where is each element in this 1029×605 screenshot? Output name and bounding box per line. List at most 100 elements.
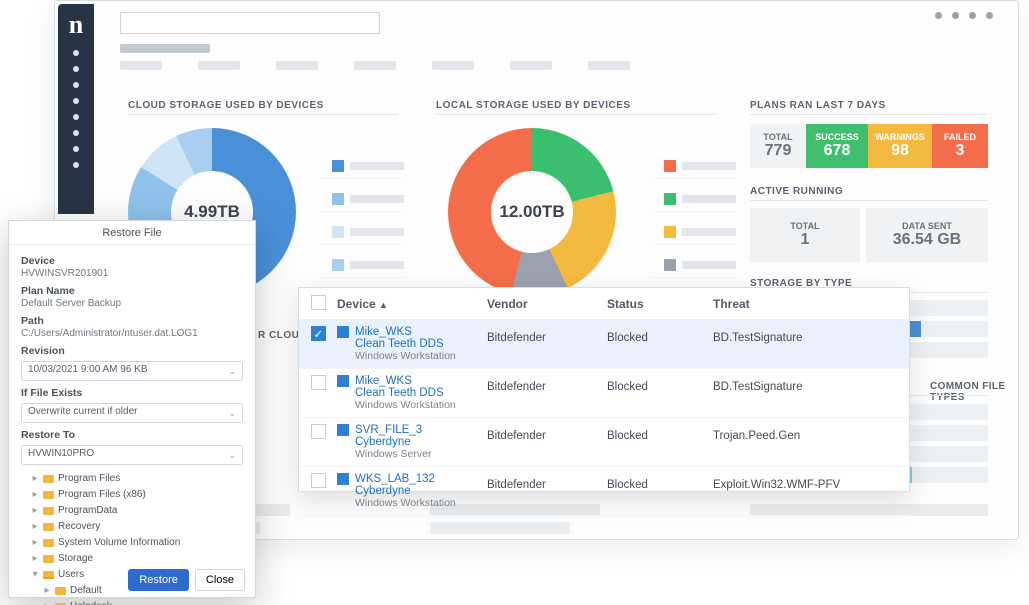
expand-icon[interactable]: ▸ [31, 471, 39, 487]
active-running-stats: TOTAL1 DATA SENT36.54 GB [750, 208, 988, 262]
tree-item[interactable]: ▸ Storage [21, 551, 243, 567]
expand-icon[interactable]: ▸ [43, 583, 51, 599]
if-exists-select[interactable]: Overwrite current if older⌄ [21, 403, 243, 423]
folder-icon [43, 507, 54, 515]
table-row[interactable]: SVR_FILE_3CyberdyneWindows ServerBitdefe… [299, 418, 909, 467]
brand-logo-icon: n [69, 10, 83, 40]
windows-icon [337, 375, 349, 387]
device-link[interactable]: SVR_FILE_3 [355, 424, 431, 436]
folder-icon [43, 523, 54, 531]
active-data-sent: DATA SENT36.54 GB [866, 208, 988, 262]
folder-icon [55, 587, 66, 595]
section-title-active: ACTIVE RUNNING [750, 186, 843, 197]
app-sidebar: n [58, 4, 94, 214]
folder-icon [43, 539, 54, 547]
tree-item[interactable]: ▸ System Volume Information [21, 535, 243, 551]
chevron-down-icon: ⌄ [228, 408, 236, 419]
tree-item-label: System Volume Information [58, 535, 180, 551]
top-bar [120, 12, 993, 62]
device-link[interactable]: WKS_LAB_132 [355, 473, 456, 485]
plan-stats: TOTAL779 SUCCESS678 WARNINGS98 FAILED3 [750, 124, 988, 168]
tree-item[interactable]: ▸Recovery [21, 519, 243, 535]
sidebar-dot[interactable] [73, 82, 79, 88]
plan-value: Default Server Backup [21, 298, 243, 309]
tree-item-label: ProgramData [58, 503, 117, 519]
revision-select[interactable]: 10/03/2021 9:00 AM 96 KB⌄ [21, 361, 243, 381]
sidebar-dot[interactable] [73, 114, 79, 120]
tree-item-label: Users [58, 567, 84, 583]
device-link[interactable]: Mike_WKS [355, 326, 456, 338]
windows-icon [337, 424, 349, 436]
folder-icon [43, 491, 54, 499]
tree-item-label: Storage [58, 551, 93, 567]
sidebar-dot[interactable] [73, 98, 79, 104]
col-status[interactable]: Status [607, 297, 713, 311]
sidebar-dot[interactable] [73, 50, 79, 56]
status-cell: Blocked [607, 326, 713, 344]
tree-item[interactable]: ▸Program Files (x86) [21, 487, 243, 503]
folder-icon [43, 571, 54, 579]
chevron-down-icon: ⌄ [228, 450, 236, 461]
active-total: TOTAL1 [750, 208, 860, 262]
folder-icon [43, 475, 54, 483]
vendor-cell: Bitdefender [487, 473, 607, 491]
restore-to-select[interactable]: HVWIN10PRO⌄ [21, 445, 243, 465]
app-menu-dots[interactable] [935, 12, 993, 19]
sidebar-dot[interactable] [73, 162, 79, 168]
plan-failed: FAILED3 [932, 124, 988, 168]
local-legend [652, 154, 736, 286]
restore-to-label: Restore To [21, 429, 243, 441]
sidebar-dot[interactable] [73, 146, 79, 152]
expand-icon[interactable]: ▸ [31, 551, 39, 567]
restore-button[interactable]: Restore [128, 569, 189, 591]
row-checkbox[interactable] [311, 424, 326, 439]
sidebar-dot[interactable] [73, 66, 79, 72]
plan-total: TOTAL779 [750, 124, 806, 168]
expand-icon[interactable]: ▸ [31, 487, 39, 503]
plan-label: Plan Name [21, 285, 243, 297]
tree-item[interactable]: ▸Helpdesk [21, 599, 243, 605]
status-cell: Blocked [607, 375, 713, 393]
tree-item[interactable]: ▸Program Files [21, 471, 243, 487]
section-title-cloud: CLOUD STORAGE USED BY DEVICES [128, 100, 324, 111]
device-link[interactable]: Mike_WKS [355, 375, 456, 387]
table-row[interactable]: WKS_LAB_132CyberdyneWindows Workstation B… [299, 467, 909, 516]
os-label: Windows Workstation [355, 497, 456, 509]
col-device[interactable]: Device ▲ [337, 297, 487, 311]
org-link[interactable]: Cyberdyne [355, 485, 456, 497]
local-storage-donut: 12.00TB [448, 128, 616, 296]
row-checkbox[interactable] [311, 375, 326, 390]
tree-item[interactable]: ▸ ProgramData [21, 503, 243, 519]
org-link[interactable]: Clean Teeth DDS [355, 387, 456, 399]
threat-cell: Trojan.Peed.Gen [713, 424, 903, 442]
org-link[interactable]: Cyberdyne [355, 436, 431, 448]
expand-icon[interactable]: ▸ [31, 519, 39, 535]
plan-warnings: WARNINGS98 [868, 124, 932, 168]
if-exists-label: If File Exists [21, 387, 243, 399]
close-button[interactable]: Close [195, 569, 245, 591]
expand-icon[interactable]: ▸ [31, 503, 39, 519]
col-vendor[interactable]: Vendor [487, 297, 607, 311]
restore-file-modal: Restore File Device HVWINSVR201901 Plan … [8, 220, 256, 598]
sidebar-dot[interactable] [73, 130, 79, 136]
path-value: C:/Users/Administrator/ntuser.dat.LOG1 [21, 328, 243, 339]
expand-icon[interactable]: ▾ [31, 567, 39, 583]
status-cell: Blocked [607, 424, 713, 442]
status-cell: Blocked [607, 473, 713, 491]
os-label: Windows Server [355, 448, 431, 460]
col-threat[interactable]: Threat [713, 297, 903, 311]
table-row[interactable]: ✓Mike_WKSClean Teeth DDSWindows Workstat… [299, 320, 909, 369]
expand-icon[interactable]: ▸ [43, 599, 51, 605]
select-all-checkbox[interactable] [311, 295, 326, 310]
row-checkbox[interactable]: ✓ [311, 326, 326, 341]
vendor-cell: Bitdefender [487, 326, 607, 344]
path-label: Path [21, 315, 243, 327]
org-link[interactable]: Clean Teeth DDS [355, 338, 456, 350]
expand-icon[interactable]: ▸ [31, 535, 39, 551]
threat-cell: BD.TestSignature [713, 326, 903, 344]
search-input[interactable] [120, 12, 380, 34]
table-row[interactable]: Mike_WKSClean Teeth DDSWindows Workstati… [299, 369, 909, 418]
row-checkbox[interactable] [311, 473, 326, 488]
section-title-common-files: COMMON FILE TYPES [930, 381, 1029, 403]
plan-success: SUCCESS678 [806, 124, 868, 168]
